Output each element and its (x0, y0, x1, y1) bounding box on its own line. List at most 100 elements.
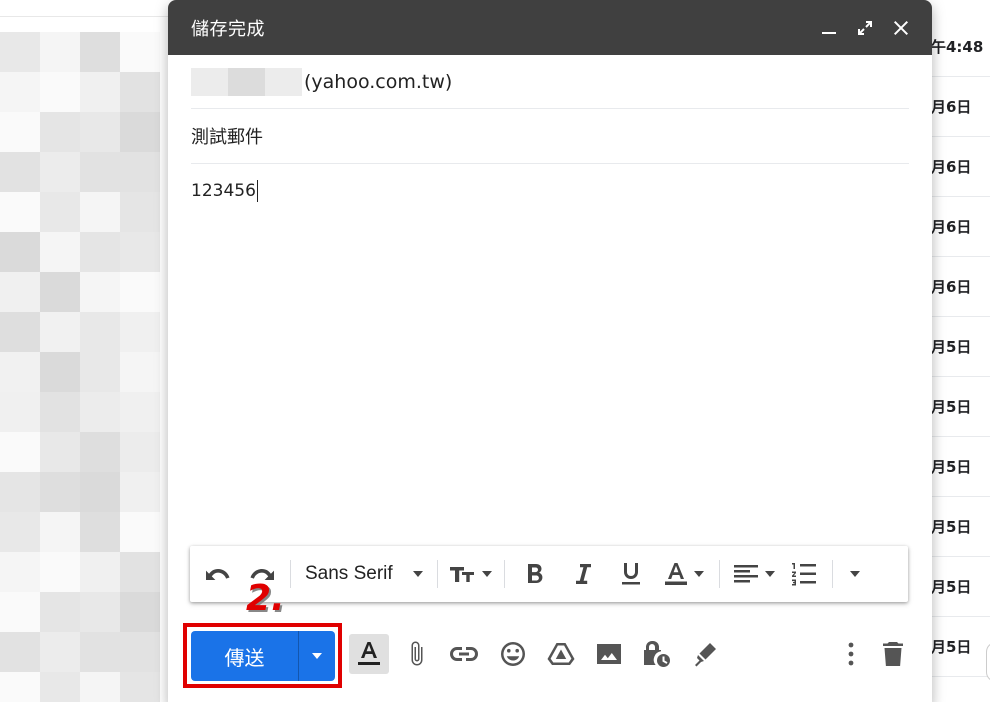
inbox-row[interactable]: 月6日 (930, 197, 990, 257)
fullscreen-button[interactable] (850, 13, 880, 43)
underline-button[interactable] (607, 554, 655, 594)
compose-header: 儲存完成 (168, 0, 932, 55)
close-button[interactable] (886, 13, 916, 43)
align-button[interactable] (726, 554, 782, 594)
compose-window: 儲存完成 (yahoo.com.tw) 測試郵件 123456 Sans Ser… (168, 0, 932, 702)
inbox-date: 月5日 (931, 398, 972, 416)
text-size-icon (449, 567, 474, 582)
text-color-icon (664, 563, 687, 585)
blur-pixel (120, 72, 160, 112)
blur-pixel (0, 112, 40, 152)
inbox-row[interactable]: 月5日 (930, 377, 990, 437)
blur-pixel (0, 432, 40, 472)
insert-photo-button[interactable] (589, 634, 629, 674)
schedule-send-button[interactable] (299, 631, 335, 681)
font-name: Sans Serif (305, 563, 393, 584)
inbox-row[interactable]: 月6日 (930, 257, 990, 317)
blur-pixel (0, 672, 40, 702)
blur-pixel (0, 192, 40, 232)
drive-icon (547, 643, 575, 665)
inbox-blurred-list (0, 32, 168, 702)
inbox-row[interactable]: 午4:48 (930, 17, 990, 77)
inbox-date: 月6日 (931, 98, 972, 116)
blur-pixel (40, 672, 80, 702)
font-select[interactable]: Sans Serif (297, 554, 431, 594)
inbox-row[interactable]: 月5日 (930, 317, 990, 377)
attach-button[interactable] (397, 634, 437, 674)
numbered-list-button[interactable] (782, 554, 826, 594)
blur-pixel (0, 312, 40, 352)
inbox-date: 月5日 (931, 578, 972, 596)
signature-button[interactable] (685, 634, 725, 674)
send-button[interactable]: 傳送 (191, 631, 299, 681)
inbox-date: 月6日 (931, 158, 972, 176)
more-options-button[interactable] (831, 634, 871, 674)
more-formatting-button[interactable] (839, 554, 871, 594)
blur-pixel (0, 72, 40, 112)
signature-icon (695, 643, 716, 667)
blur-pixel (40, 632, 80, 672)
blur-pixel (40, 272, 80, 312)
blur-pixel (0, 152, 40, 192)
blur-pixel (120, 312, 160, 352)
blur-pixel (0, 352, 40, 392)
photo-icon (597, 644, 621, 664)
inbox-row[interactable]: 月5日 (930, 557, 990, 617)
scroll-handle[interactable] (986, 642, 990, 682)
inbox-row[interactable]: 月6日 (930, 77, 990, 137)
bold-button[interactable] (511, 554, 559, 594)
step-annotation: 2. (246, 578, 285, 619)
blur-pixel (80, 152, 120, 192)
underline-icon (621, 563, 640, 585)
inbox-row[interactable]: 月5日 (930, 497, 990, 557)
toolbar-separator (718, 560, 720, 588)
italic-button[interactable] (559, 554, 607, 594)
undo-button[interactable] (196, 554, 240, 594)
inbox-row[interactable]: 月6日 (930, 137, 990, 197)
formatting-options-icon (358, 642, 380, 665)
blur-pixel (0, 272, 40, 312)
compose-title: 儲存完成 (191, 18, 265, 40)
italic-icon (575, 564, 591, 584)
text-caret (256, 180, 258, 202)
inbox-row[interactable]: 月5日 (930, 437, 990, 497)
blur-pixel (40, 592, 80, 632)
discard-draft-button[interactable] (873, 634, 913, 674)
to-field[interactable]: (yahoo.com.tw) (191, 55, 909, 109)
blur-pixel (40, 112, 80, 152)
message-body[interactable]: 123456 (191, 180, 258, 202)
blur-pixel (0, 232, 40, 272)
blur-pixel (0, 472, 40, 512)
emoji-button[interactable] (493, 634, 533, 674)
blur-pixel (120, 632, 160, 672)
insert-link-button[interactable] (444, 634, 484, 674)
blur-pixel (40, 352, 80, 392)
text-color-button[interactable] (655, 554, 713, 594)
text-size-button[interactable] (444, 554, 498, 594)
blur-pixel (80, 352, 120, 392)
blur-pixel (40, 152, 80, 192)
numbered-list-icon (791, 563, 816, 586)
blur-pixel (40, 72, 80, 112)
attach-icon (411, 641, 423, 666)
blur-pixel (0, 512, 40, 552)
blur-pixel (80, 392, 120, 432)
blur-pixel (120, 472, 160, 512)
inbox-divider (0, 16, 168, 17)
inbox-date: 月5日 (931, 338, 972, 356)
emoji-icon (501, 642, 525, 666)
drive-button[interactable] (541, 634, 581, 674)
minimize-button[interactable] (814, 13, 844, 43)
inbox-row[interactable]: 月5日 (930, 617, 990, 677)
confidential-mode-button[interactable] (637, 634, 677, 674)
subject-field[interactable]: 測試郵件 (191, 109, 909, 164)
blur-pixel (80, 552, 120, 592)
blur-pixel (80, 232, 120, 272)
blur-pixel (80, 32, 120, 72)
inbox-date: 月5日 (931, 638, 972, 656)
blur-pixel (0, 592, 40, 632)
blur-pixel (0, 552, 40, 592)
discard-icon (883, 642, 903, 666)
formatting-toolbar: Sans Serif (190, 546, 908, 602)
formatting-options-button[interactable] (349, 634, 389, 674)
